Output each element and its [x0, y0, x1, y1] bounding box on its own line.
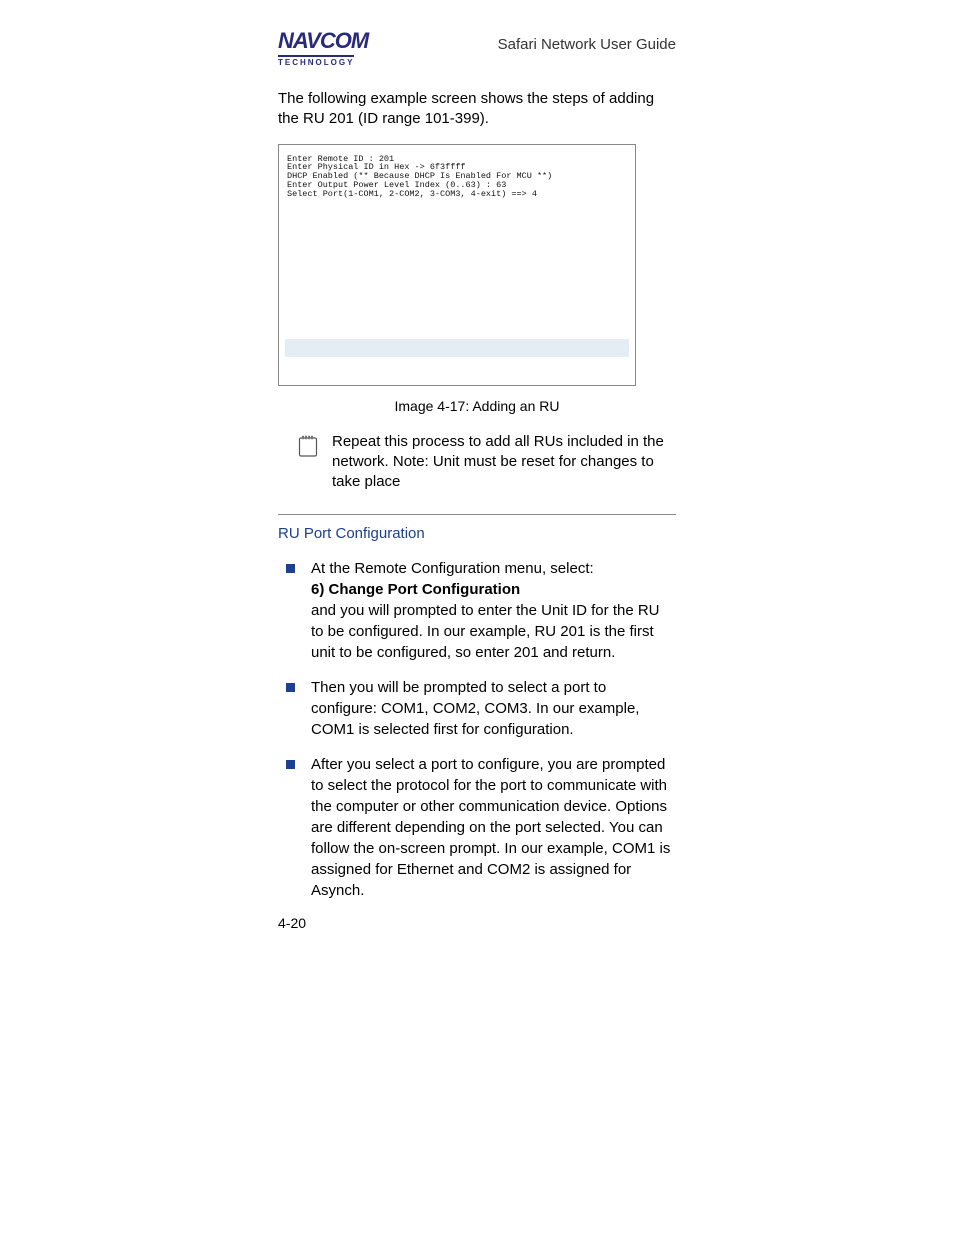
list-item: At the Remote Configuration menu, select… [278, 558, 676, 663]
li-text: Then you will be prompted to select a po… [311, 679, 639, 738]
list-item-body: Then you will be prompted to select a po… [311, 677, 676, 740]
note-text: Repeat this process to add all RUs inclu… [332, 432, 676, 493]
page-number: 4-20 [278, 915, 676, 931]
square-bullet-icon [286, 760, 295, 769]
note-block: Repeat this process to add all RUs inclu… [298, 432, 676, 493]
section-heading: RU Port Configuration [278, 525, 676, 542]
page: NAVCOM TECHNOLOGY Safari Network User Gu… [0, 0, 954, 931]
list-item-body: At the Remote Configuration menu, select… [311, 558, 676, 663]
bullet-list: At the Remote Configuration menu, select… [278, 558, 676, 901]
li-text: and you will prompted to enter the Unit … [311, 602, 660, 661]
notepad-icon [298, 434, 318, 458]
list-item-body: After you select a port to configure, yo… [311, 754, 676, 901]
logo: NAVCOM TECHNOLOGY [278, 30, 398, 70]
page-header: NAVCOM TECHNOLOGY Safari Network User Gu… [0, 30, 954, 74]
document-title: Safari Network User Guide [498, 30, 676, 53]
logo-main-text: NAVCOM [278, 30, 398, 52]
section-divider [278, 514, 676, 515]
terminal-screenshot: Enter Remote ID : 201 Enter Physical ID … [278, 144, 636, 386]
terminal-text: Enter Remote ID : 201 Enter Physical ID … [287, 155, 627, 200]
square-bullet-icon [286, 683, 295, 692]
list-item: After you select a port to configure, yo… [278, 754, 676, 901]
list-item: Then you will be prompted to select a po… [278, 677, 676, 740]
image-caption: Image 4-17: Adding an RU [278, 398, 676, 414]
page-content: The following example screen shows the s… [278, 89, 676, 931]
intro-paragraph: The following example screen shows the s… [278, 89, 676, 130]
screenshot-shade-bar [285, 339, 629, 357]
square-bullet-icon [286, 564, 295, 573]
terminal-line: Select Port(1-COM1, 2-COM2, 3-COM3, 4-ex… [287, 189, 537, 199]
li-text: After you select a port to configure, yo… [311, 756, 670, 899]
li-strong: 6) Change Port Configuration [311, 581, 520, 598]
li-text: At the Remote Configuration menu, select… [311, 560, 594, 577]
logo-sub-text: TECHNOLOGY [278, 55, 354, 67]
